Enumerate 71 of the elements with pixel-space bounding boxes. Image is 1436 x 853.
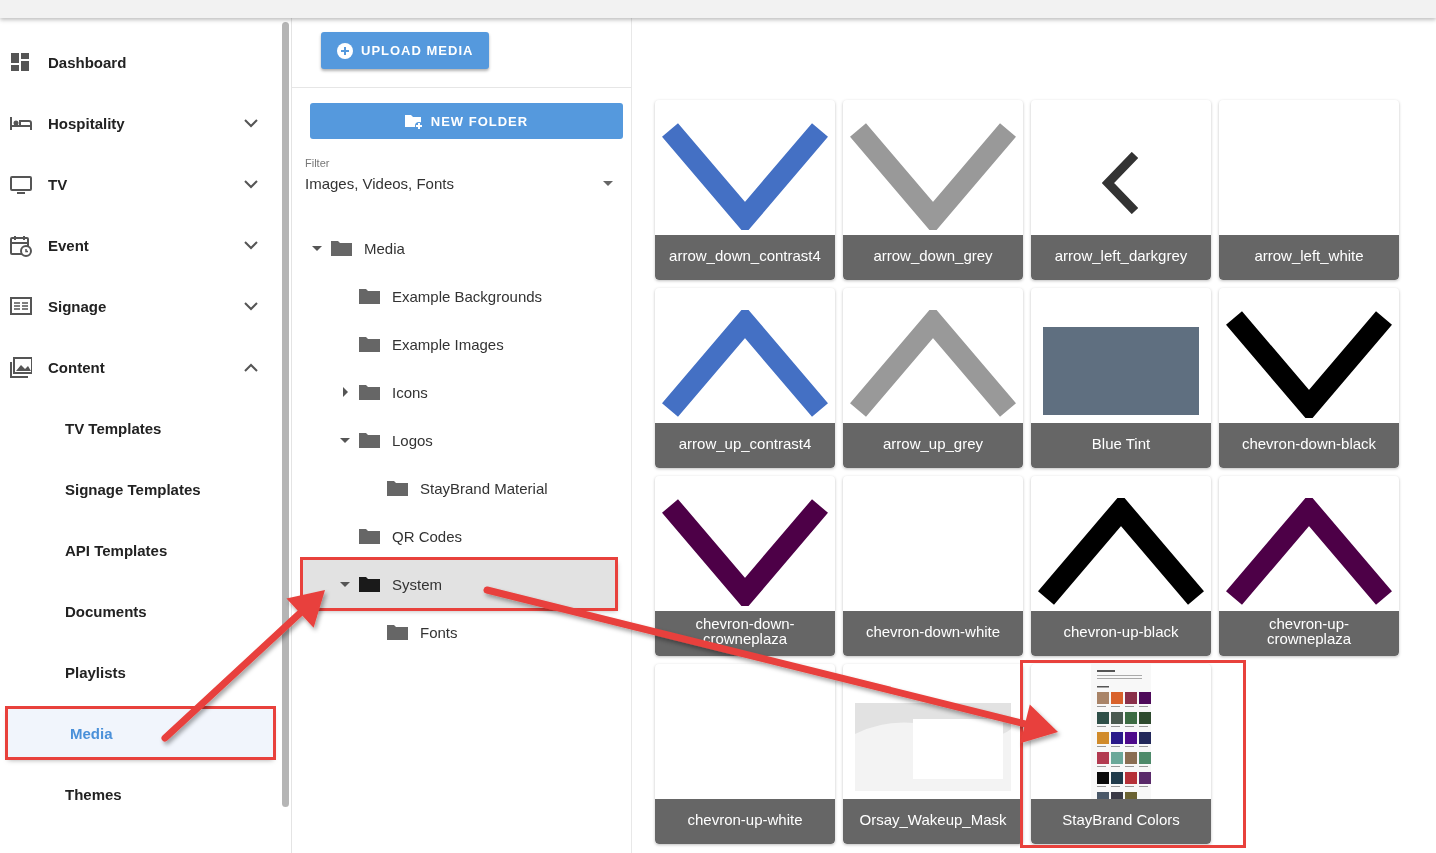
plus-circle-icon <box>337 42 353 59</box>
media-label: arrow_up_grey <box>843 423 1023 468</box>
folder-icon <box>359 288 380 304</box>
media-label: chevron-up-white <box>655 799 835 844</box>
sidebar-subitem[interactable]: Signage Templates <box>0 459 280 520</box>
sidebar-subitem[interactable]: API Templates <box>0 520 280 581</box>
tv-icon <box>10 173 32 196</box>
folder-icon <box>359 576 380 592</box>
folder-icon <box>359 432 380 448</box>
dashboard-icon <box>10 51 32 74</box>
media-label: chevron-down-crowneplaza <box>655 611 835 656</box>
media-card[interactable]: chevron-down-crowneplaza <box>655 476 835 656</box>
media-label: chevron-up-crowneplaza <box>1219 611 1399 656</box>
sidebar-subitem[interactable]: Playlists <box>0 642 280 703</box>
folder-icon <box>359 336 380 352</box>
images-icon <box>10 356 32 379</box>
media-label: Orsay_Wakeup_Mask <box>843 799 1023 844</box>
media-card[interactable]: arrow_down_contrast4 <box>655 100 835 280</box>
sidebar-item[interactable]: Hospitality <box>0 93 280 154</box>
media-label: chevron-down-black <box>1219 423 1399 468</box>
media-card[interactable]: chevron-down-black <box>1219 288 1399 468</box>
media-card[interactable]: Blue Tint <box>1031 288 1211 468</box>
sidebar-subitem[interactable]: Themes <box>0 764 280 825</box>
scrollbar[interactable] <box>282 22 289 807</box>
folder-icon <box>359 384 380 400</box>
sidebar-subitem[interactable]: Documents <box>0 581 280 642</box>
folder-plus-icon <box>404 113 423 129</box>
media-label: chevron-down-white <box>843 611 1023 656</box>
folder-icon <box>387 624 408 640</box>
media-card[interactable]: StayBrand Colors <box>1031 664 1211 844</box>
media-label: chevron-up-black <box>1031 611 1211 656</box>
folder-tree-item[interactable]: Icons <box>303 368 615 416</box>
sidebar-item[interactable]: Content <box>0 337 280 398</box>
media-label: Blue Tint <box>1031 423 1211 468</box>
media-label: arrow_down_grey <box>843 235 1023 280</box>
sidebar-item[interactable]: Event <box>0 215 280 276</box>
folder-tree-item[interactable]: Logos <box>303 416 615 464</box>
folder-tree-item[interactable]: System <box>303 560 615 608</box>
folder-icon <box>387 480 408 496</box>
media-card[interactable]: arrow_left_white <box>1219 100 1399 280</box>
folder-tree-item[interactable]: Fonts <box>303 608 615 656</box>
dropdown-caret-icon <box>603 181 613 186</box>
media-card[interactable]: arrow_up_contrast4 <box>655 288 835 468</box>
folder-tree-item[interactable]: Example Backgrounds <box>303 272 615 320</box>
media-label: arrow_up_contrast4 <box>655 423 835 468</box>
media-label: arrow_left_white <box>1219 235 1399 280</box>
media-card[interactable]: chevron-up-crowneplaza <box>1219 476 1399 656</box>
folder-icon <box>359 528 380 544</box>
media-card[interactable]: arrow_up_grey <box>843 288 1023 468</box>
media-card[interactable]: arrow_down_grey <box>843 100 1023 280</box>
folder-tree-item[interactable]: StayBrand Material <box>303 464 615 512</box>
sidebar-item[interactable]: Signage <box>0 276 280 337</box>
media-card[interactable]: Orsay_Wakeup_Mask <box>843 664 1023 844</box>
media-label: arrow_down_contrast4 <box>655 235 835 280</box>
sidebar-subitem[interactable]: TV Templates <box>0 398 280 459</box>
media-card[interactable]: arrow_left_darkgrey <box>1031 100 1211 280</box>
media-card[interactable]: chevron-up-white <box>655 664 835 844</box>
sidebar-item[interactable]: TV <box>0 154 280 215</box>
folder-tree-item[interactable]: Example Images <box>303 320 615 368</box>
folder-tree-item[interactable]: Media <box>303 224 615 272</box>
filter-label: Filter <box>305 157 331 169</box>
folder-icon <box>331 240 352 256</box>
media-label: StayBrand Colors <box>1031 799 1211 844</box>
sidebar-item[interactable]: Dashboard <box>0 32 280 93</box>
media-card[interactable]: chevron-down-white <box>843 476 1023 656</box>
calendar-icon <box>10 234 32 257</box>
media-card[interactable]: chevron-up-black <box>1031 476 1211 656</box>
media-label: arrow_left_darkgrey <box>1031 235 1211 280</box>
signage-icon <box>10 295 32 318</box>
filter-select[interactable]: Images, Videos, Fonts <box>305 175 613 192</box>
folder-tree-item[interactable]: QR Codes <box>303 512 615 560</box>
